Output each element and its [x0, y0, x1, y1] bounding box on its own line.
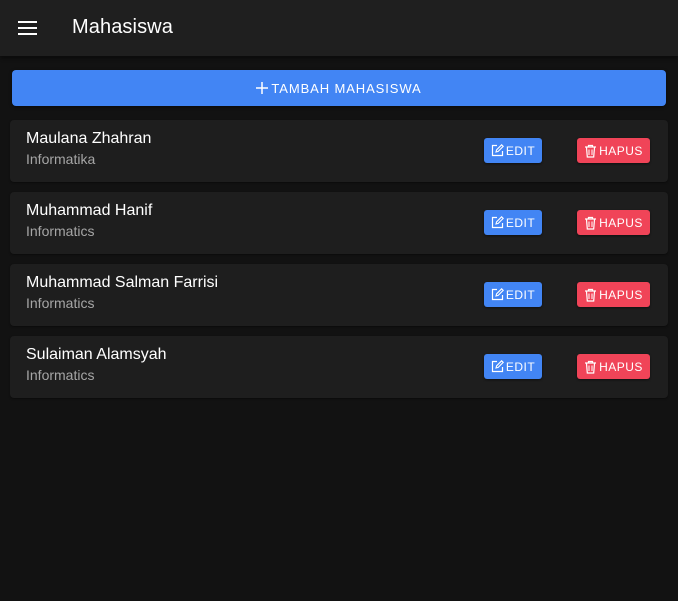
edit-button[interactable]: EDIT [484, 138, 542, 163]
menu-button[interactable] [10, 10, 46, 46]
edit-icon [491, 360, 504, 373]
delete-button[interactable]: HAPUS [577, 354, 650, 379]
student-name: Muhammad Hanif [26, 202, 153, 219]
plus-icon [256, 82, 269, 94]
delete-button[interactable]: HAPUS [577, 282, 650, 307]
trash-icon [584, 360, 597, 374]
page-title: Mahasiswa [72, 16, 173, 38]
edit-icon [491, 288, 504, 301]
student-card: Muhammad Hanif Informatics EDIT HAPUS [10, 192, 668, 254]
app-toolbar: Mahasiswa [0, 0, 678, 56]
trash-icon [584, 144, 597, 158]
delete-button[interactable]: HAPUS [577, 138, 650, 163]
edit-label: EDIT [505, 287, 536, 302]
delete-label: HAPUS [599, 287, 643, 302]
add-student-label: TAMBAH MAHASISWA [271, 80, 422, 96]
menu-icon [18, 21, 37, 35]
edit-label: EDIT [505, 143, 536, 158]
delete-label: HAPUS [599, 143, 643, 158]
edit-label: EDIT [505, 215, 536, 230]
delete-label: HAPUS [599, 359, 643, 374]
student-card: Maulana Zhahran Informatika EDIT HAPUS [10, 120, 668, 182]
delete-label: HAPUS [599, 215, 643, 230]
student-major: Informatics [26, 223, 95, 239]
edit-icon [491, 144, 504, 157]
edit-icon [491, 216, 504, 229]
trash-icon [584, 288, 597, 302]
student-name: Muhammad Salman Farrisi [26, 274, 219, 291]
edit-button[interactable]: EDIT [484, 210, 542, 235]
student-card: Sulaiman Alamsyah Informatics EDIT HAPUS [10, 336, 668, 398]
student-name: Maulana Zhahran [26, 130, 152, 147]
student-major: Informatika [26, 151, 96, 167]
edit-label: EDIT [505, 359, 536, 374]
edit-button[interactable]: EDIT [484, 354, 542, 379]
student-list: Maulana Zhahran Informatika EDIT HAPUS M… [10, 120, 668, 408]
edit-button[interactable]: EDIT [484, 282, 542, 307]
student-major: Informatics [26, 367, 95, 383]
trash-icon [584, 216, 597, 230]
delete-button[interactable]: HAPUS [577, 210, 650, 235]
student-name: Sulaiman Alamsyah [26, 346, 167, 363]
add-student-button[interactable]: TAMBAH MAHASISWA [12, 70, 666, 106]
student-major: Informatics [26, 295, 95, 311]
student-card: Muhammad Salman Farrisi Informatics EDIT… [10, 264, 668, 326]
